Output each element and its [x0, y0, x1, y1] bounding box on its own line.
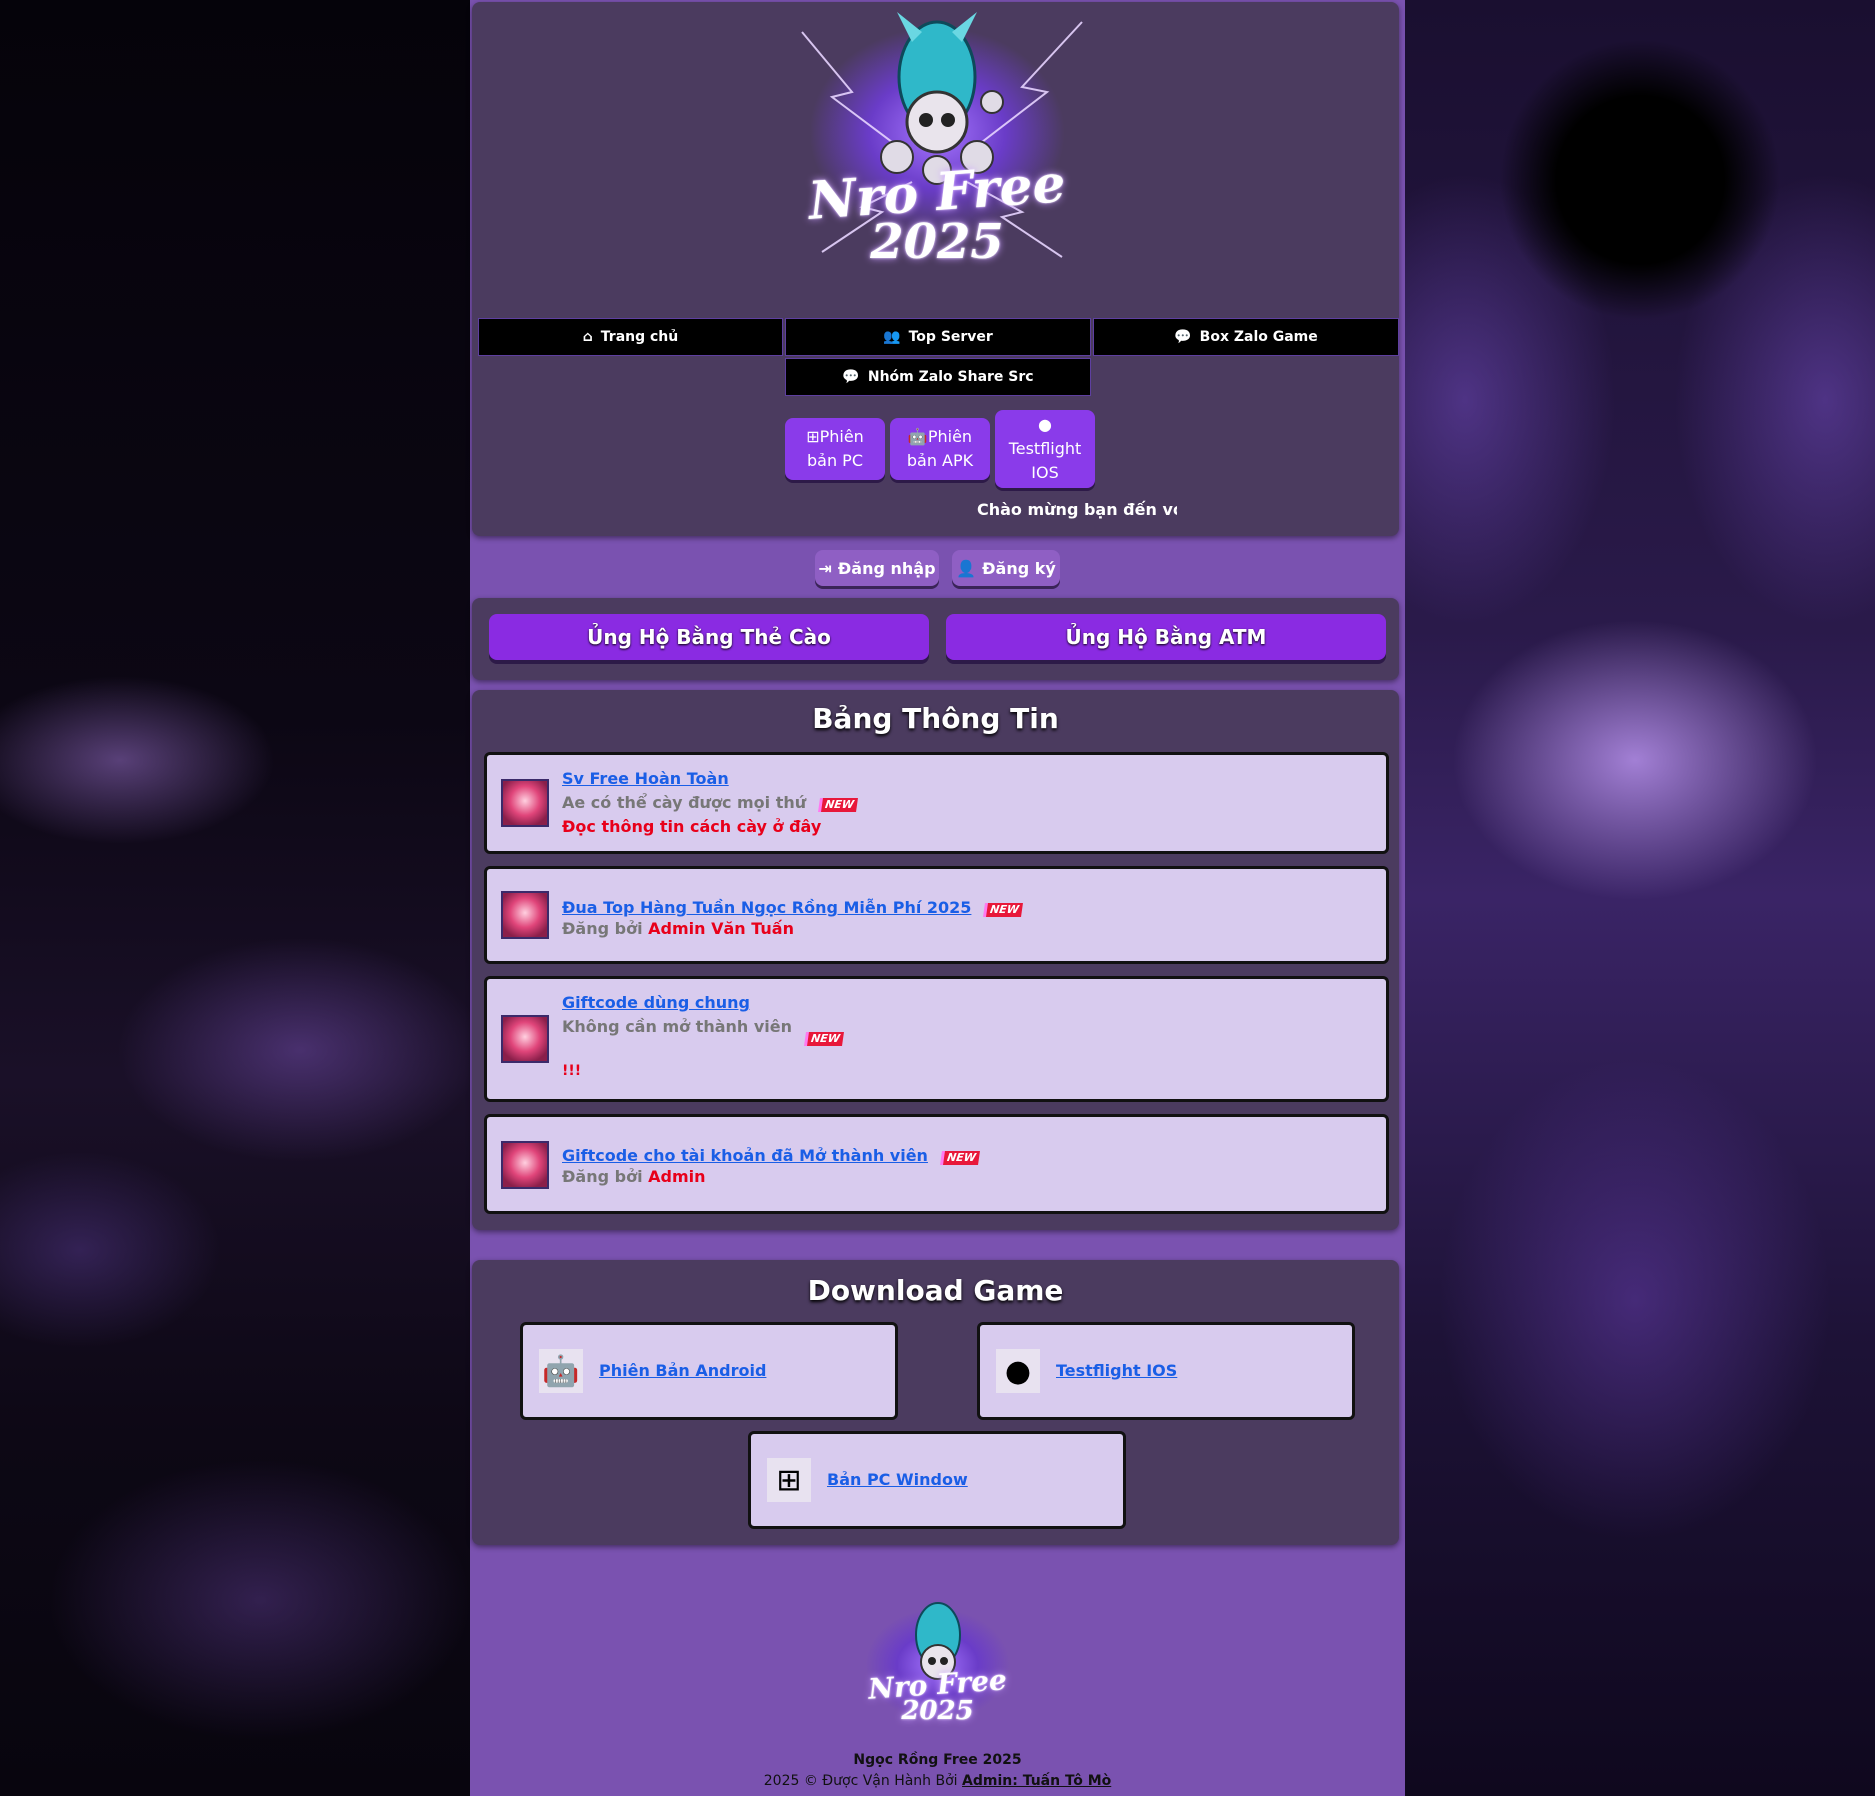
version-pc-line2: bản PC: [806, 451, 863, 470]
post-author-prefix: Đăng bởi: [562, 1167, 643, 1186]
post-avatar: [501, 1141, 549, 1189]
post-author-prefix: Đăng bởi: [562, 919, 643, 938]
footer-copyright-text: 2025 © Được Vận Hành Bởi: [763, 1773, 958, 1789]
footer-admin-link[interactable]: Admin: Tuấn Tô Mò: [962, 1773, 1111, 1789]
nav-share-src-label: Nhóm Zalo Share Src: [867, 369, 1034, 385]
version-ios-line1: Testflight: [1008, 439, 1082, 458]
post-title-link[interactable]: Sv Free Hoàn Toàn: [562, 769, 729, 788]
version-apk-line1: Phiên: [927, 427, 973, 446]
windows-icon: ⊞: [767, 1458, 811, 1502]
nav-top-server-label: Top Server: [908, 329, 993, 345]
support-card: Ủng Hộ Bằng Thẻ Cào Ủng Hộ Bằng ATM: [472, 598, 1399, 680]
download-card: Download Game 🤖 Phiên Bản Android ● Test…: [472, 1260, 1399, 1545]
version-apk-line2: bản APK: [906, 451, 974, 470]
android-icon: 🤖: [539, 1349, 583, 1393]
post-author-name: Admin: [648, 1167, 706, 1186]
nav-box-zalo-label: Box Zalo Game: [1199, 329, 1318, 345]
download-android-card[interactable]: 🤖 Phiên Bản Android: [520, 1322, 898, 1420]
nav-share-src-button[interactable]: 💬 Nhóm Zalo Share Src: [785, 358, 1091, 396]
post-alert-text: Đọc thông tin cách cày ở đây: [562, 817, 822, 836]
nav-top-server-button[interactable]: 👥 Top Server: [785, 318, 1091, 356]
download-ios-link[interactable]: Testflight IOS: [1056, 1361, 1177, 1380]
post-avatar: [501, 1015, 549, 1063]
login-button[interactable]: ⇥ Đăng nhập: [815, 550, 939, 586]
welcome-marquee: Chào mừng bạn đến với N: [977, 500, 1177, 519]
version-apk-button[interactable]: 🤖Phiên bản APK: [890, 418, 990, 480]
background-right-art: [1405, 0, 1875, 1796]
download-title: Download Game: [807, 1274, 1064, 1307]
footer-site-name: Ngọc Rồng Free 2025: [853, 1752, 1022, 1768]
post-item[interactable]: Giftcode dùng chung Không cần mở thành v…: [484, 976, 1389, 1102]
register-button[interactable]: 👤 Đăng ký: [952, 550, 1060, 586]
background-left-art: [0, 0, 470, 1796]
nav-home-label: Trang chủ: [600, 329, 679, 345]
sign-in-icon: ⇥: [818, 558, 832, 578]
version-ios-line2: IOS: [1031, 463, 1059, 482]
new-badge: NEW: [807, 1032, 844, 1046]
new-badge: NEW: [821, 798, 858, 812]
info-board-title: Bảng Thông Tin: [812, 702, 1059, 735]
users-icon: 👥: [883, 329, 901, 345]
post-title-link[interactable]: Giftcode cho tài khoản đã Mở thành viên: [562, 1146, 928, 1165]
download-ios-card[interactable]: ● Testflight IOS: [977, 1322, 1355, 1420]
info-board-card: Bảng Thông Tin Sv Free Hoàn Toàn Ae có t…: [472, 690, 1399, 1230]
new-badge: NEW: [942, 1151, 980, 1165]
post-item[interactable]: Giftcode cho tài khoản đã Mở thành viên N…: [484, 1114, 1389, 1214]
version-pc-line1: Phiên: [819, 427, 864, 446]
post-author-name: Admin Văn Tuấn: [648, 919, 794, 938]
post-text: Ae có thể cày được mọi thứ: [562, 793, 807, 812]
nav-box-zalo-button[interactable]: 💬 Box Zalo Game: [1093, 318, 1399, 356]
header-card: Nro Free 2025 ⌂ Trang chủ 👥 Top Server 💬…: [472, 2, 1399, 536]
footer-logo: Nro Free 2025: [850, 1590, 1025, 1740]
version-ios-button[interactable]: ● Testflight IOS: [995, 410, 1095, 488]
version-pc-button[interactable]: ⊞Phiên bản PC: [785, 418, 885, 480]
download-pc-link[interactable]: Bản PC Window: [827, 1470, 968, 1489]
main-container: Nro Free 2025 ⌂ Trang chủ 👥 Top Server 💬…: [470, 0, 1405, 1796]
donate-card-button[interactable]: Ủng Hộ Bằng Thẻ Cào: [489, 614, 929, 660]
donate-atm-button[interactable]: Ủng Hộ Bằng ATM: [946, 614, 1386, 660]
login-label: Đăng nhập: [837, 558, 936, 578]
download-pc-card[interactable]: ⊞ Bản PC Window: [748, 1431, 1126, 1529]
post-item[interactable]: Đua Top Hàng Tuần Ngọc Rồng Miễn Phí 202…: [484, 866, 1389, 964]
logo-year: 2025: [870, 214, 1004, 270]
apple-icon: ●: [1038, 415, 1052, 434]
post-avatar: [501, 779, 549, 827]
comments-icon: 💬: [842, 369, 860, 385]
post-title-link[interactable]: Đua Top Hàng Tuần Ngọc Rồng Miễn Phí 202…: [562, 898, 971, 917]
footer-logo-year: 2025: [901, 1696, 974, 1726]
footer-copyright: 2025 © Được Vận Hành Bởi Admin: Tuấn Tô …: [470, 1773, 1405, 1789]
post-item[interactable]: Sv Free Hoàn Toàn Ae có thể cày được mọi…: [484, 752, 1389, 854]
comments-icon: 💬: [1174, 329, 1192, 345]
user-plus-icon: 👤: [956, 558, 977, 578]
post-text: Không cần mở thành viên: [562, 1017, 793, 1036]
apple-icon: ●: [996, 1349, 1040, 1393]
register-label: Đăng ký: [982, 558, 1056, 578]
post-title-link[interactable]: Giftcode dùng chung: [562, 993, 750, 1012]
site-logo[interactable]: Nro Free 2025: [762, 2, 1112, 292]
post-alert-text: !!!: [562, 1063, 582, 1079]
home-icon: ⌂: [582, 329, 593, 345]
windows-icon: ⊞: [806, 427, 820, 446]
nav-home-button[interactable]: ⌂ Trang chủ: [478, 318, 783, 356]
new-badge: NEW: [986, 903, 1024, 917]
post-avatar: [501, 891, 549, 939]
download-android-link[interactable]: Phiên Bản Android: [599, 1361, 766, 1380]
android-icon: 🤖: [907, 427, 928, 446]
